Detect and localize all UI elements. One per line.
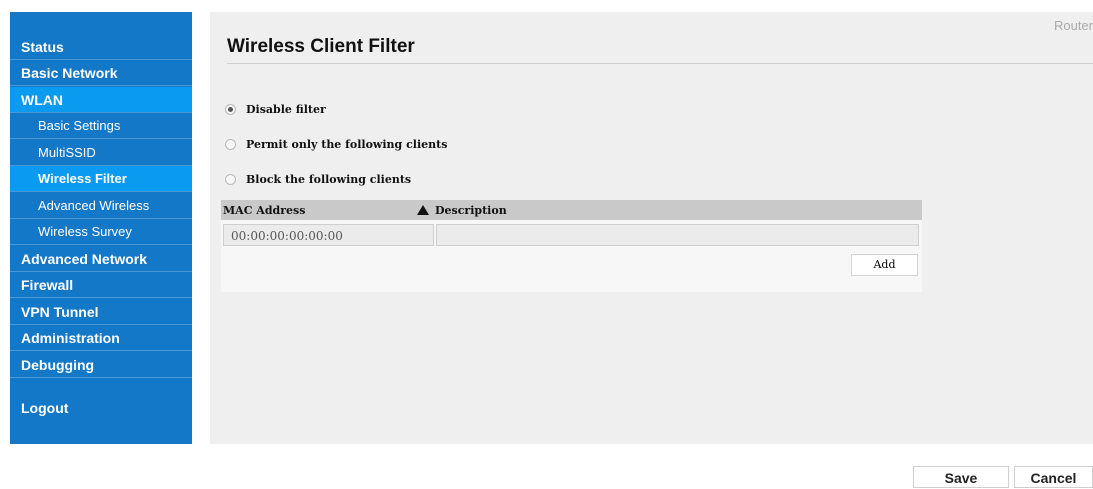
sidebar-item-multissid[interactable]: MultiSSID — [10, 140, 192, 166]
column-header-mac-address[interactable]: MAC Address — [223, 204, 305, 217]
radio-block-clients[interactable]: Block the following clients — [225, 171, 411, 187]
sidebar-item-wireless-survey[interactable]: Wireless Survey — [10, 219, 192, 245]
sidebar-item-wireless-filter[interactable]: Wireless Filter — [10, 166, 192, 192]
table-header: MAC Address Description — [221, 200, 922, 220]
sidebar-item-firewall[interactable]: Firewall — [10, 272, 192, 298]
sidebar-item-advanced-wireless[interactable]: Advanced Wireless — [10, 193, 192, 219]
radio-button-icon[interactable] — [225, 138, 236, 150]
sidebar: Status Basic Network WLAN Basic Settings… — [10, 12, 192, 444]
mac-filter-table: MAC Address Description 00:00:00:00:00:0… — [221, 200, 922, 292]
sidebar-item-logout[interactable]: Logout — [10, 395, 192, 421]
save-button[interactable]: Save — [913, 466, 1009, 488]
description-input[interactable] — [436, 224, 919, 246]
radio-button-icon[interactable] — [225, 173, 236, 185]
radio-label: Block the following clients — [246, 172, 412, 186]
radio-disable-filter[interactable]: Disable filter — [225, 101, 326, 117]
radio-button-icon[interactable] — [225, 103, 236, 115]
page-title: Wireless Client Filter — [227, 36, 415, 57]
radio-label: Disable filter — [246, 102, 326, 116]
triangle-up-icon[interactable] — [417, 205, 429, 215]
sidebar-item-administration[interactable]: Administration — [10, 325, 192, 351]
add-button[interactable]: Add — [851, 254, 918, 276]
sidebar-item-debugging[interactable]: Debugging — [10, 352, 192, 378]
title-divider — [227, 63, 1093, 64]
router-label: Router — [1053, 18, 1093, 33]
sidebar-item-wlan[interactable]: WLAN — [10, 87, 192, 113]
sidebar-item-basic-network[interactable]: Basic Network — [10, 60, 192, 86]
sidebar-item-status[interactable]: Status — [10, 34, 192, 60]
sidebar-item-vpn-tunnel[interactable]: VPN Tunnel — [10, 299, 192, 325]
mac-address-input[interactable]: 00:00:00:00:00:00 — [223, 224, 434, 246]
cancel-button[interactable]: Cancel — [1014, 466, 1093, 488]
sidebar-item-advanced-network[interactable]: Advanced Network — [10, 246, 192, 272]
main-panel: Router Wireless Client Filter Disable fi… — [210, 12, 1093, 444]
column-header-description[interactable]: Description — [435, 204, 507, 217]
sidebar-item-basic-settings[interactable]: Basic Settings — [10, 113, 192, 139]
radio-permit-clients[interactable]: Permit only the following clients — [225, 136, 447, 152]
radio-label: Permit only the following clients — [246, 137, 448, 151]
